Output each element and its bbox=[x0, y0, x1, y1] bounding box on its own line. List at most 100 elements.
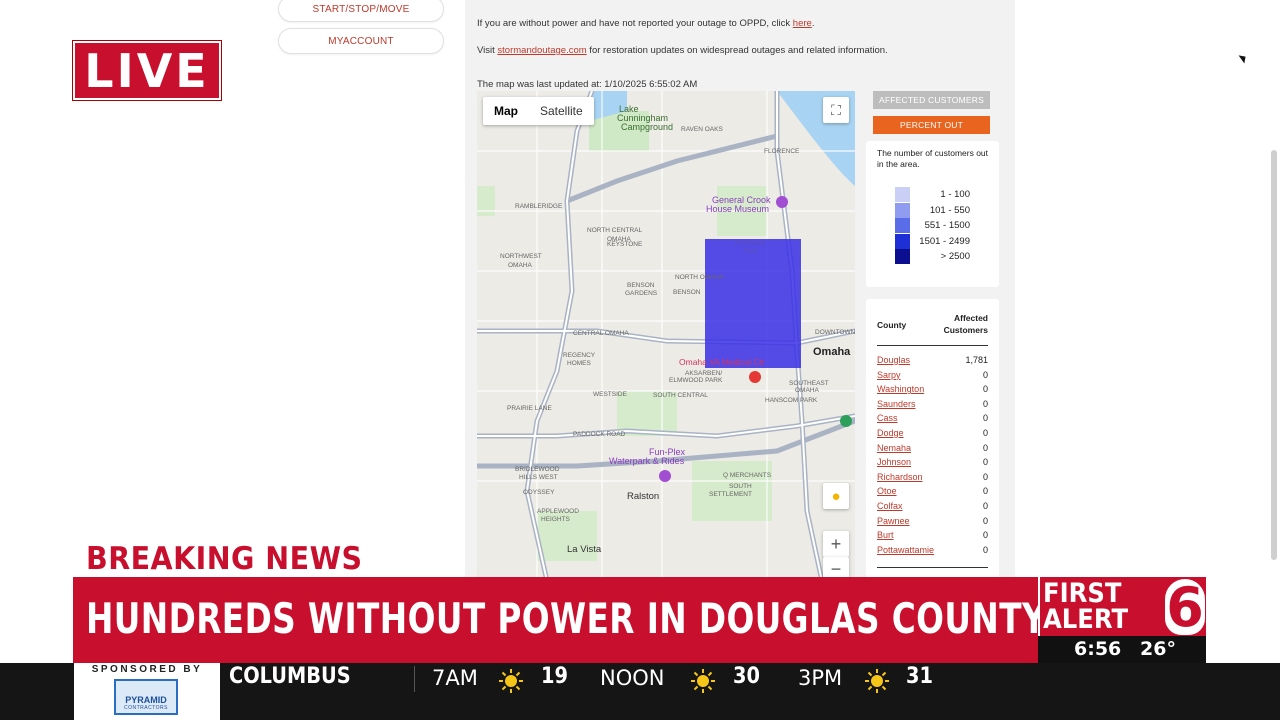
forecast-temp-1: 19 bbox=[541, 664, 568, 689]
affected-count: 0 bbox=[982, 515, 988, 526]
forecast-time-2: NOON bbox=[600, 666, 665, 690]
county-link[interactable]: Cass bbox=[877, 413, 898, 423]
sponsor-logo: PYRAMID CONTRACTORS bbox=[114, 679, 178, 715]
zoom-in-button[interactable]: + bbox=[823, 531, 849, 557]
affected-column-header: Affected Customers bbox=[943, 313, 988, 335]
affected-count: 0 bbox=[982, 384, 988, 395]
table-footer-divider bbox=[877, 567, 988, 568]
sun-icon bbox=[865, 669, 889, 693]
live-bug: LIVE bbox=[72, 40, 222, 101]
svg-text:PRAIRIE LANE: PRAIRIE LANE bbox=[507, 405, 552, 412]
legend-title: The number of customers out in the area. bbox=[877, 148, 989, 169]
percent-out-tab[interactable]: PERCENT OUT bbox=[873, 116, 990, 134]
first-alert-alert: ALERT bbox=[1043, 604, 1129, 635]
county-link[interactable]: Nemaha bbox=[877, 443, 911, 453]
svg-text:La Vista: La Vista bbox=[567, 544, 602, 555]
affected-count: 0 bbox=[982, 471, 988, 482]
clock-bar bbox=[1038, 636, 1206, 663]
table-row: Douglas 1,781 bbox=[877, 355, 988, 370]
table-header-divider bbox=[877, 345, 988, 346]
county-table: County Affected Customers Douglas 1,781 Sa… bbox=[866, 299, 999, 581]
svg-text:Ralston: Ralston bbox=[627, 491, 659, 502]
county-column-header: County bbox=[877, 320, 907, 330]
svg-text:CENTRAL OMAHA: CENTRAL OMAHA bbox=[573, 330, 629, 337]
svg-text:WESTSIDE: WESTSIDE bbox=[593, 391, 628, 398]
forecast-temp-2: 30 bbox=[733, 664, 760, 689]
county-link[interactable]: Saunders bbox=[877, 399, 916, 409]
svg-text:SETTLEMENT: SETTLEMENT bbox=[709, 491, 752, 498]
svg-text:HANSCOM PARK: HANSCOM PARK bbox=[765, 397, 818, 404]
legend-swatch bbox=[895, 249, 910, 264]
svg-text:Campground: Campground bbox=[621, 122, 673, 132]
map-canvas: Lake Cunningham Campground RAVEN OAKS FL… bbox=[477, 91, 855, 581]
svg-text:AKSARBEN/: AKSARBEN/ bbox=[685, 370, 722, 377]
county-link[interactable]: Johnson bbox=[877, 457, 911, 467]
county-link[interactable]: Burt bbox=[877, 530, 894, 540]
svg-text:ELMWOOD PARK: ELMWOOD PARK bbox=[669, 377, 723, 384]
table-row: Burt 0 bbox=[877, 530, 988, 545]
county-link[interactable]: Colfax bbox=[877, 501, 903, 511]
svg-text:OMAHA: OMAHA bbox=[508, 262, 533, 269]
affected-count: 0 bbox=[982, 501, 988, 511]
street-view-pegman-icon[interactable]: ● bbox=[823, 483, 849, 509]
svg-text:SOUTH: SOUTH bbox=[729, 483, 752, 490]
legend-swatch bbox=[895, 202, 910, 218]
fullscreen-icon[interactable]: ⛶ bbox=[823, 97, 849, 123]
outage-map[interactable]: Lake Cunningham Campground RAVEN OAKS FL… bbox=[477, 91, 855, 581]
county-link[interactable]: Pawnee bbox=[877, 516, 910, 526]
table-row: Pawnee 0 bbox=[877, 516, 988, 531]
last-updated-text: The map was last updated at: 1/10/2025 6… bbox=[477, 79, 698, 90]
legend-label: 551 - 1500 bbox=[924, 220, 970, 231]
svg-text:HOMES: HOMES bbox=[567, 360, 592, 367]
table-row: Sarpy 0 bbox=[877, 370, 988, 385]
affected-customers-tab[interactable]: AFFECTED CUSTOMERS bbox=[873, 91, 990, 109]
table-row: Colfax 0 bbox=[877, 501, 988, 516]
start-stop-move-button[interactable]: START/STOP/MOVE bbox=[278, 0, 444, 22]
page-scrollbar[interactable] bbox=[1271, 150, 1277, 560]
map-type-satellite-button[interactable]: Satellite bbox=[529, 97, 594, 125]
myaccount-button[interactable]: MYACCOUNT bbox=[278, 28, 444, 54]
affected-count: 0 bbox=[982, 413, 988, 424]
table-row: Nemaha 0 bbox=[877, 443, 988, 458]
svg-text:APPLEWOOD: APPLEWOOD bbox=[537, 508, 579, 515]
svg-text:GARDENS: GARDENS bbox=[625, 290, 658, 297]
screen: START/STOP/MOVE MYACCOUNT If you are wit… bbox=[0, 0, 1280, 720]
svg-text:BENSON: BENSON bbox=[673, 289, 701, 296]
stormandoutage-link[interactable]: stormandoutage.com bbox=[497, 45, 586, 56]
affected-count: 0 bbox=[982, 369, 988, 380]
svg-text:NORTH OMAHA: NORTH OMAHA bbox=[675, 274, 724, 281]
svg-text:NORTHWEST: NORTHWEST bbox=[500, 253, 542, 260]
affected-count: 0 bbox=[982, 486, 988, 497]
legend-label: 1501 - 2499 bbox=[919, 235, 970, 247]
svg-text:DOWNTOWN: DOWNTOWN bbox=[815, 329, 855, 336]
affected-count: 0 bbox=[982, 530, 988, 541]
ticker-city: COLUMBUS bbox=[229, 664, 351, 689]
svg-text:Q MERCHANTS: Q MERCHANTS bbox=[723, 472, 772, 479]
county-link[interactable]: Douglas bbox=[877, 355, 910, 365]
county-link[interactable]: Pottawattamie bbox=[877, 545, 934, 555]
svg-text:KEYSTONE: KEYSTONE bbox=[607, 241, 643, 248]
map-type-control: Map Satellite bbox=[483, 97, 594, 125]
county-link[interactable]: Washington bbox=[877, 384, 924, 394]
svg-text:FLORENCE: FLORENCE bbox=[764, 148, 800, 155]
affected-count: 0 bbox=[982, 428, 988, 438]
county-link[interactable]: Sarpy bbox=[877, 370, 901, 380]
svg-text:HILLS WEST: HILLS WEST bbox=[519, 474, 558, 481]
sponsor-sub: CONTRACTORS bbox=[123, 705, 169, 711]
svg-text:REGENCY: REGENCY bbox=[563, 352, 596, 359]
mouse-cursor-icon bbox=[1238, 52, 1249, 64]
report-outage-link[interactable]: here bbox=[793, 18, 812, 29]
channel-six-logo: 6 bbox=[1165, 575, 1205, 639]
county-link[interactable]: Otoe bbox=[877, 486, 897, 496]
table-row: Saunders 0 bbox=[877, 399, 988, 414]
affected-count: 0 bbox=[982, 442, 988, 453]
svg-text:SOUTH CENTRAL: SOUTH CENTRAL bbox=[653, 392, 708, 399]
county-link[interactable]: Dodge bbox=[877, 428, 904, 438]
county-link[interactable]: Richardson bbox=[877, 472, 923, 482]
table-row: Washington 0 bbox=[877, 384, 988, 399]
visit-text: Visit stormandoutage.com for restoration… bbox=[477, 45, 888, 56]
map-type-map-button[interactable]: Map bbox=[483, 97, 529, 125]
svg-text:RAMBLERIDGE: RAMBLERIDGE bbox=[515, 203, 563, 210]
svg-text:Fontenelle: Fontenelle bbox=[735, 240, 766, 247]
table-row: Pottawattamie 0 bbox=[877, 545, 988, 560]
